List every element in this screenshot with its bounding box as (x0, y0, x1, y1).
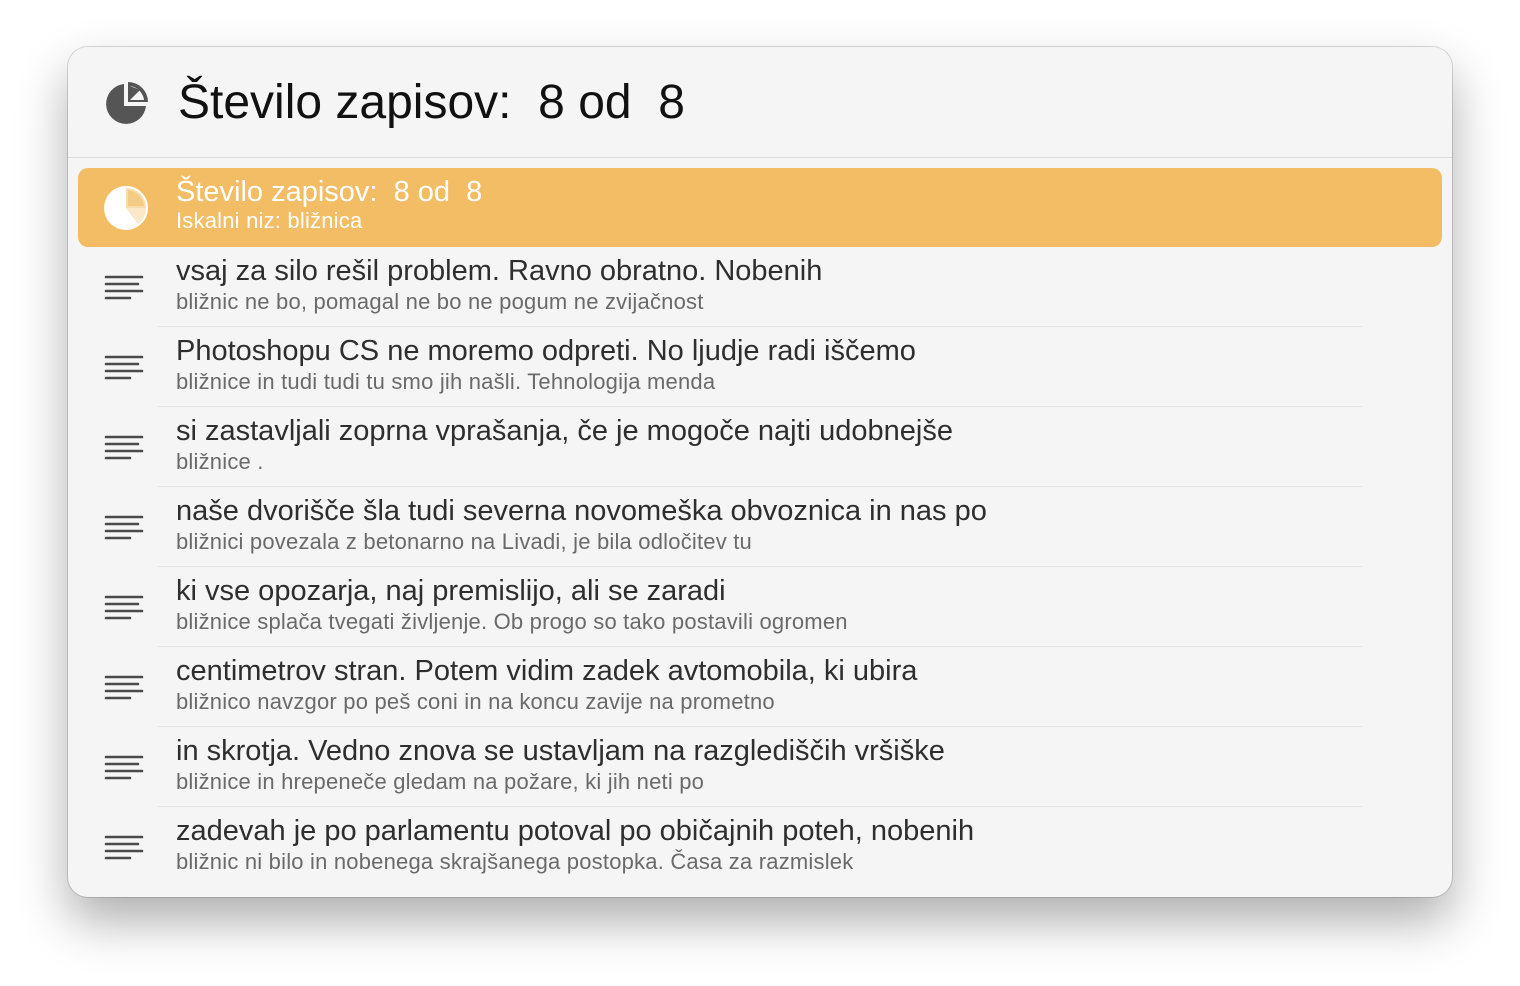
text-lines-icon (102, 425, 150, 469)
list-item[interactable]: ki vse opozarja, naj premislijo, ali se … (68, 567, 1452, 647)
text-lines-icon (102, 345, 150, 389)
text-lines-icon (102, 745, 150, 789)
list-item-title: centimetrov stran. Potem vidim zadek avt… (176, 655, 918, 687)
list-item-title: si zastavljali zoprna vprašanja, če je m… (176, 415, 953, 447)
summary-row[interactable]: Število zapisov: 8 od 8 Iskalni niz: bli… (78, 168, 1442, 247)
list-item-title: zadevah je po parlamentu potoval po obič… (176, 815, 975, 847)
list-item-subtitle: bližnice in hrepeneče gledam na požare, … (176, 769, 705, 794)
text-lines-icon (102, 265, 150, 309)
list-item-subtitle: bližnico navzgor po peš coni in na koncu… (176, 689, 775, 714)
text-lines-icon (102, 505, 150, 549)
list-item[interactable]: zadevah je po parlamentu potoval po obič… (68, 807, 1452, 887)
list-item-subtitle: bližnic ne bo, pomagal ne bo ne pogum ne… (176, 289, 704, 314)
text-lines-icon (102, 665, 150, 709)
summary-subtitle: Iskalni niz: bližnica (176, 208, 363, 233)
list-item-subtitle: bližnice in tudi tudi tu smo jih našli. … (176, 369, 716, 394)
list-item[interactable]: si zastavljali zoprna vprašanja, če je m… (68, 407, 1452, 487)
list-item[interactable]: in skrotja. Vedno znova se ustavljam na … (68, 727, 1452, 807)
list-item[interactable]: Photoshopu CS ne moremo odpreti. No ljud… (68, 327, 1452, 407)
page-title: Število zapisov: 8 od 8 (178, 76, 685, 129)
list-item-title: vsaj za silo rešil problem. Ravno obratn… (176, 255, 823, 287)
list-item[interactable]: naše dvorišče šla tudi severna novomeška… (68, 487, 1452, 567)
summary-title: Število zapisov: 8 od 8 (176, 176, 483, 208)
list-item-subtitle: bližnic ni bilo in nobenega skrajšanega … (176, 849, 854, 874)
pie-chart-icon (102, 80, 150, 128)
pie-chart-icon (102, 184, 150, 230)
search-results-window: Število zapisov: 8 od 8 Število zapisov:… (68, 47, 1452, 897)
list-item-subtitle: bližnici povezala z betonarno na Livadi,… (176, 529, 752, 554)
list-item-title: ki vse opozarja, naj premislijo, ali se … (176, 575, 726, 607)
list-item[interactable]: centimetrov stran. Potem vidim zadek avt… (68, 647, 1452, 727)
text-lines-icon (102, 585, 150, 629)
list-item-subtitle: bližnice splača tvegati življenje. Ob pr… (176, 609, 848, 634)
list-item-title: Photoshopu CS ne moremo odpreti. No ljud… (176, 335, 916, 367)
list-item[interactable]: vsaj za silo rešil problem. Ravno obratn… (68, 247, 1452, 327)
list-item-subtitle: bližnice . (176, 449, 264, 474)
list-item-title: in skrotja. Vedno znova se ustavljam na … (176, 735, 945, 767)
list-item-title: naše dvorišče šla tudi severna novomeška… (176, 495, 987, 527)
text-lines-icon (102, 825, 150, 869)
results-list: Število zapisov: 8 od 8 Iskalni niz: bli… (68, 158, 1452, 887)
search-header: Število zapisov: 8 od 8 (68, 47, 1452, 158)
